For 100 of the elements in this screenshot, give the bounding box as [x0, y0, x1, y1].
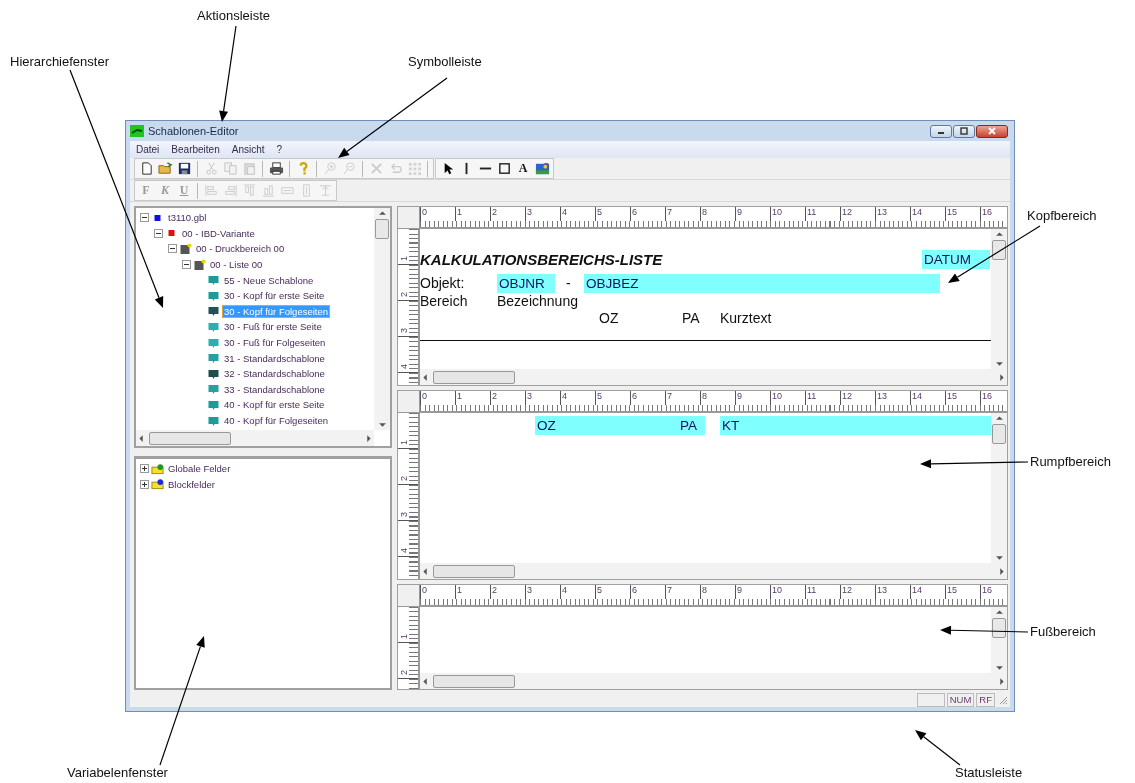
data-field: KT [720, 415, 991, 435]
collapse-icon[interactable] [168, 244, 177, 254]
close-icon[interactable] [987, 127, 997, 135]
tree-item[interactable]: 00 - Druckbereich 00 [194, 242, 287, 256]
vertical-scrollbar[interactable] [991, 413, 1007, 563]
close-button[interactable] [976, 124, 1008, 138]
tree-item[interactable]: Blockfelder [166, 477, 217, 491]
tree-item[interactable]: 31 - Standardschablone [222, 351, 327, 365]
document-icon [193, 258, 206, 271]
scrollbar-thumb[interactable] [992, 240, 1006, 260]
menu-item[interactable]: ? [270, 144, 289, 155]
tree-item[interactable]: 30 - Fuß für Folgeseiten [222, 336, 328, 350]
status-indicator: NUM [946, 692, 975, 707]
label-text: Bezeichnung [497, 292, 579, 309]
ruler-number: 16 [980, 585, 1007, 599]
ruler-number: 4 [400, 547, 409, 553]
ruler-number: 15 [945, 391, 980, 405]
collapse-icon[interactable] [140, 213, 149, 223]
scroll-down-icon[interactable] [377, 421, 387, 430]
ruler-number: 11 [805, 391, 840, 405]
tree-item[interactable]: 00 - Liste 00 [208, 258, 265, 272]
menu-item[interactable]: Ansicht [225, 144, 271, 155]
ruler-number: 14 [910, 585, 945, 599]
label-text: Objekt: [420, 275, 466, 291]
callout-arrow [915, 730, 961, 766]
tree-item[interactable]: 00 - IBD-Variante [180, 226, 257, 240]
horizontal-scrollbar[interactable] [136, 430, 374, 446]
scroll-up-icon[interactable] [377, 208, 387, 217]
ruler-number: 1 [455, 585, 490, 599]
callout-label: Hierarchiefenster [10, 54, 109, 69]
scroll-right-icon[interactable] [998, 676, 1007, 686]
ruler-number: 3 [525, 207, 560, 221]
ruler-number: 12 [840, 207, 875, 221]
ruler-number: 15 [945, 585, 980, 599]
ruler-number: 4 [400, 363, 409, 369]
data-field: DATUM [922, 249, 990, 269]
horizontal-scrollbar[interactable] [420, 369, 1007, 385]
print-icon[interactable] [267, 159, 285, 178]
callout-label: Fußbereich [1030, 624, 1096, 639]
resize-grip-icon[interactable] [997, 694, 1008, 705]
label-text: Kurztext [720, 310, 773, 326]
tree-item[interactable]: 33 - Standardschablone [222, 382, 327, 396]
scroll-right-icon[interactable] [998, 566, 1007, 576]
scrollbar-thumb[interactable] [992, 618, 1006, 638]
ruler-number: 12 [840, 585, 875, 599]
vertical-scrollbar[interactable] [991, 607, 1007, 673]
tree-item[interactable]: Globale Felder [166, 462, 233, 476]
scroll-left-icon[interactable] [136, 433, 145, 443]
ruler-number: 9 [735, 207, 770, 221]
horizontal-scrollbar[interactable] [420, 563, 1007, 579]
tree-item[interactable]: 40 - Kopf für Folgeseiten [222, 414, 331, 427]
minimize-button[interactable] [930, 124, 952, 138]
tree-item[interactable]: t3110.gbl [166, 211, 209, 225]
expand-icon[interactable] [140, 464, 149, 474]
ruler-number: 5 [595, 207, 630, 221]
status-indicator: RF [976, 692, 995, 707]
collapse-icon[interactable] [154, 228, 163, 238]
ruler-number: 2 [490, 207, 525, 221]
data-field: OZ [535, 415, 678, 435]
ruler-number: 1 [400, 255, 409, 261]
menu-item[interactable]: Datei [130, 144, 166, 155]
ruler-number: 0 [420, 207, 455, 221]
menu-item[interactable]: Bearbeiten [165, 144, 226, 155]
callout-label: Kopfbereich [1027, 208, 1097, 223]
ruler-number: 8 [700, 585, 735, 599]
data-field: OBJBEZ [584, 273, 940, 293]
ruler-number: 2 [400, 475, 409, 481]
scrollbar-thumb[interactable] [433, 370, 515, 384]
ruler-number: 3 [525, 391, 560, 405]
tree-item[interactable]: 30 - Kopf für erste Seite [222, 289, 327, 303]
horizontal-scrollbar[interactable] [420, 673, 1007, 689]
tree-item[interactable]: 55 - Neue Schablone [222, 273, 316, 287]
app-icon [130, 125, 144, 137]
status-panel [916, 692, 945, 707]
tree-item[interactable]: 40 - Kopf für erste Seite [222, 398, 327, 412]
label-text: - [566, 275, 572, 291]
maximize-button[interactable] [953, 124, 975, 138]
ruler-number: 0 [420, 585, 455, 599]
data-field: PA [678, 415, 705, 435]
format-button[interactable]: A [514, 159, 532, 178]
tree-item[interactable]: 32 - Standardschablone [222, 367, 327, 381]
vertical-scrollbar[interactable] [374, 208, 390, 430]
expand-icon[interactable] [140, 479, 149, 489]
vertical-scrollbar[interactable] [991, 229, 1007, 369]
folder-icon [151, 478, 164, 491]
scrollbar-thumb[interactable] [149, 431, 231, 445]
scrollbar-thumb[interactable] [375, 219, 389, 239]
ruler-number: 5 [595, 391, 630, 405]
maximize-icon[interactable] [959, 127, 969, 135]
scrollbar-thumb[interactable] [992, 424, 1006, 444]
callout-label: Statusleiste [955, 765, 1023, 780]
scrollbar-thumb[interactable] [433, 564, 515, 578]
ruler-number: 9 [735, 585, 770, 599]
collapse-icon[interactable] [182, 260, 191, 270]
scroll-right-icon[interactable] [365, 433, 374, 443]
scrollbar-thumb[interactable] [433, 674, 515, 688]
tree-item[interactable]: 30 - Fuß für erste Seite [222, 320, 324, 334]
scroll-right-icon[interactable] [998, 372, 1007, 382]
ruler-number: 6 [630, 391, 665, 405]
ruler-number: 12 [840, 391, 875, 405]
